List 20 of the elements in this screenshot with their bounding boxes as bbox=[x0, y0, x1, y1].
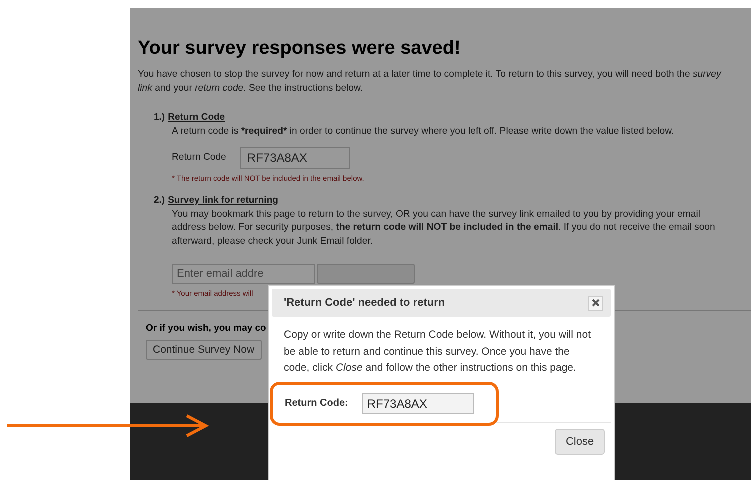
continue-button[interactable]: Continue Survey Now bbox=[146, 340, 262, 360]
dialog-title: 'Return Code' needed to return bbox=[284, 297, 446, 309]
arrow-icon bbox=[5, 414, 210, 438]
page-title: Your survey responses were saved! bbox=[138, 38, 462, 60]
section-number: 1.) bbox=[154, 112, 166, 123]
close-button[interactable] bbox=[588, 296, 603, 310]
section-text: A return code is *required* in order to continue the survey where you left off. Please write down the value listed below. bbox=[172, 125, 676, 138]
section-heading: Return Code bbox=[168, 112, 226, 123]
close-button[interactable]: Close bbox=[555, 428, 605, 454]
section-text: You may bookmark this page to return to the survey, OR you can have the survey link emailed to you by providing your email address below. For security purposes, the return code will NOT be included in the email. If you do not receive the email soon afterward, please check your Junk Email folder. bbox=[172, 208, 716, 248]
return-code-field[interactable]: RF73A8AX bbox=[240, 146, 350, 168]
close-icon bbox=[592, 299, 600, 307]
return-code-field[interactable]: RF73A8AX bbox=[362, 393, 474, 414]
section-number: 2.) bbox=[154, 194, 166, 206]
email-field[interactable]: Enter email addre bbox=[172, 264, 315, 284]
section-heading: Survey link for returning bbox=[168, 194, 278, 206]
dialog-text: Copy or write down the Return Code below. Without it, you will not be able to return and continue this survey. Once you have the code, click Close and follow the other instructions on this page. bbox=[284, 328, 591, 376]
code-label: Return Code: bbox=[285, 398, 348, 409]
intro-text: You have chosen to stop the survey for now and return at a later time to complete it. To return to this survey, you will need both the survey link and your return code. See the instructions below. bbox=[138, 68, 722, 96]
field-label: Return Code bbox=[172, 152, 226, 163]
